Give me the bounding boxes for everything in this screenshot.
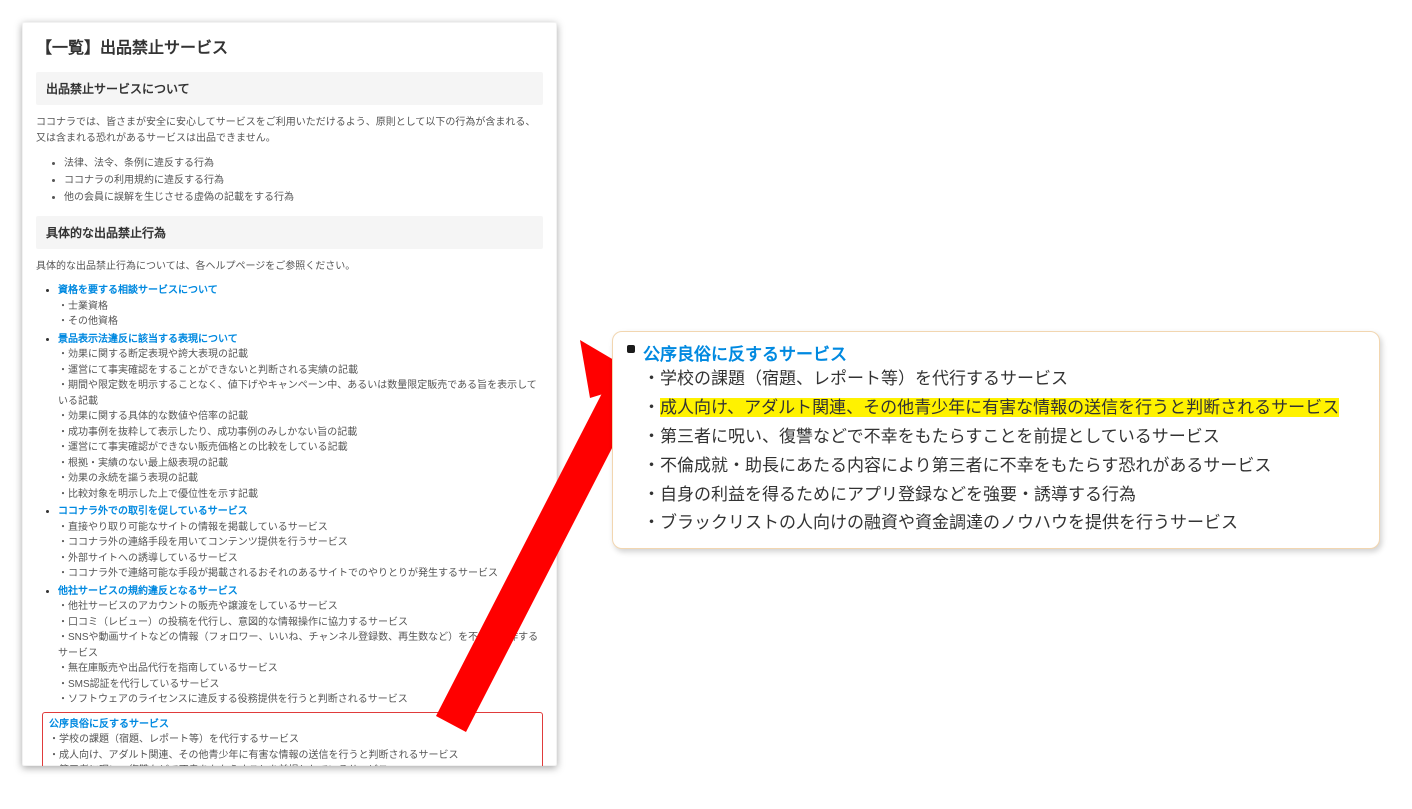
sub-item: 根拠・実績のない最上級表現の記載 bbox=[58, 456, 543, 472]
sub-item: 比較対象を明示した上で優位性を示す記載 bbox=[58, 487, 543, 503]
category-item: ココナラ外での取引を促しているサービス直接やり取り可能なサイトの情報を掲載してい… bbox=[58, 504, 543, 582]
sub-item: 成功事例を抜粋して表示したり、成功事例のみしかない旨の記載 bbox=[58, 425, 543, 441]
sub-item: 効果に関する具体的な数値や倍率の記載 bbox=[58, 409, 543, 425]
category-item: 資格を要する相談サービスについて士業資格その他資格 bbox=[58, 283, 543, 330]
sub-item: 無在庫販売や出品代行を指南しているサービス bbox=[58, 661, 543, 677]
intro-paragraph: ココナラでは、皆さまが安全に安心してサービスをご利用いただけるよう、原則として以… bbox=[36, 115, 543, 147]
details-note: 具体的な出品禁止行為については、各ヘルプページをご参照ください。 bbox=[36, 259, 543, 275]
category-link[interactable]: 資格を要する相談サービスについて bbox=[58, 285, 218, 296]
help-article: 【一覧】出品禁止サービス 出品禁止サービスについて ココナラでは、皆さまが安全に… bbox=[22, 22, 557, 766]
category-sub-items: 効果に関する断定表現や誇大表現の記載運営にて事実確認をすることができないと判断さ… bbox=[58, 347, 543, 502]
callout-category-link[interactable]: 公序良俗に反するサービス bbox=[643, 345, 847, 364]
sub-item: ココナラ外で連絡可能な手段が掲載されるおそれのあるサイトでのやりとりが発生するサ… bbox=[58, 566, 543, 582]
category-sub-items: 他社サービスのアカウントの販売や譲渡をしているサービス口コミ（レビュー）の投稿を… bbox=[58, 599, 543, 708]
list-item: 法律、法令、条例に違反する行為 bbox=[64, 155, 543, 172]
category-link[interactable]: ココナラ外での取引を促しているサービス bbox=[58, 506, 248, 517]
prohibited-categories-list: 資格を要する相談サービスについて士業資格その他資格景品表示法違反に該当する表現に… bbox=[36, 283, 543, 766]
category-item: 公序良俗に反するサービス学校の課題（宿題、レポート等）を代行するサービス成人向け… bbox=[42, 712, 543, 767]
callout-sub-item: 不倫成就・助長にあたる内容により第三者に不幸をもたらす恐れがあるサービス bbox=[643, 452, 1365, 481]
category-sub-items: 士業資格その他資格 bbox=[58, 299, 543, 330]
sub-item: 成人向け、アダルト関連、その他青少年に有害な情報の送信を行うと判断されるサービス bbox=[49, 748, 536, 764]
callout-sub-item: ブラックリストの人向けの融資や資金調達のノウハウを提供を行うサービス bbox=[643, 509, 1365, 538]
sub-item: SMS認証を代行しているサービス bbox=[58, 677, 543, 693]
section-header-about: 出品禁止サービスについて bbox=[36, 72, 543, 105]
callout-sub-item: 成人向け、アダルト関連、その他青少年に有害な情報の送信を行うと判断されるサービス bbox=[643, 394, 1365, 423]
category-link[interactable]: 景品表示法違反に該当する表現について bbox=[58, 334, 238, 345]
bullet-icon bbox=[627, 345, 635, 353]
sub-item: 効果の永続を謳う表現の記載 bbox=[58, 471, 543, 487]
basic-rules-list: 法律、法令、条例に違反する行為 ココナラの利用規約に違反する行為 他の会員に誤解… bbox=[36, 155, 543, 206]
page-title: 【一覧】出品禁止サービス bbox=[36, 34, 543, 58]
sub-item: 士業資格 bbox=[58, 299, 543, 315]
callout-sub-item: 学校の課題（宿題、レポート等）を代行するサービス bbox=[643, 365, 1365, 394]
sub-item: 直接やり取り可能なサイトの情報を掲載しているサービス bbox=[58, 520, 543, 536]
sub-item: 運営にて事実確認をすることができないと判断される実績の記載 bbox=[58, 363, 543, 379]
sub-item: 口コミ（レビュー）の投稿を代行し、意図的な情報操作に協力するサービス bbox=[58, 615, 543, 631]
sub-item: 外部サイトへの誘導しているサービス bbox=[58, 551, 543, 567]
sub-item: 第三者に呪い、復讐などで不幸をもたらすことを前提としているサービス bbox=[49, 763, 536, 766]
category-link[interactable]: 他社サービスの規約違反となるサービス bbox=[58, 586, 238, 597]
callout-sub-item: 自身の利益を得るためにアプリ登録などを強要・誘導する行為 bbox=[643, 481, 1365, 510]
sub-item: 期間や限定数を明示することなく、値下げやキャンペーン中、あるいは数量限定販売であ… bbox=[58, 378, 543, 409]
category-sub-items: 学校の課題（宿題、レポート等）を代行するサービス成人向け、アダルト関連、その他青… bbox=[49, 732, 536, 766]
sub-item: 他社サービスのアカウントの販売や譲渡をしているサービス bbox=[58, 599, 543, 615]
sub-item: ソフトウェアのライセンスに違反する役務提供を行うと判断されるサービス bbox=[58, 692, 543, 708]
list-item: 他の会員に誤解を生じさせる虚偽の記載をする行為 bbox=[64, 189, 543, 206]
sub-item: ココナラ外の連絡手段を用いてコンテンツ提供を行うサービス bbox=[58, 535, 543, 551]
sub-item: 効果に関する断定表現や誇大表現の記載 bbox=[58, 347, 543, 363]
section-header-details: 具体的な出品禁止行為 bbox=[36, 216, 543, 249]
callout-panel: 公序良俗に反するサービス 学校の課題（宿題、レポート等）を代行するサービス成人向… bbox=[612, 331, 1380, 549]
category-link[interactable]: 公序良俗に反するサービス bbox=[49, 719, 169, 730]
category-sub-items: 直接やり取り可能なサイトの情報を掲載しているサービスココナラ外の連絡手段を用いて… bbox=[58, 520, 543, 582]
callout-sub-item: 第三者に呪い、復讐などで不幸をもたらすことを前提としているサービス bbox=[643, 423, 1365, 452]
sub-item: 学校の課題（宿題、レポート等）を代行するサービス bbox=[49, 732, 536, 748]
sub-item: その他資格 bbox=[58, 314, 543, 330]
sub-item: 運営にて事実確認ができない販売価格との比較をしている記載 bbox=[58, 440, 543, 456]
callout-items: 学校の課題（宿題、レポート等）を代行するサービス成人向け、アダルト関連、その他青… bbox=[643, 365, 1365, 538]
highlighted-category-box: 公序良俗に反するサービス学校の課題（宿題、レポート等）を代行するサービス成人向け… bbox=[42, 712, 543, 767]
sub-item: SNSや動画サイトなどの情報（フォロワー、いいね、チャンネル登録数、再生数など）… bbox=[58, 630, 543, 661]
list-item: ココナラの利用規約に違反する行為 bbox=[64, 172, 543, 189]
category-item: 景品表示法違反に該当する表現について効果に関する断定表現や誇大表現の記載運営にて… bbox=[58, 332, 543, 503]
category-item: 他社サービスの規約違反となるサービス他社サービスのアカウントの販売や譲渡をしてい… bbox=[58, 584, 543, 708]
